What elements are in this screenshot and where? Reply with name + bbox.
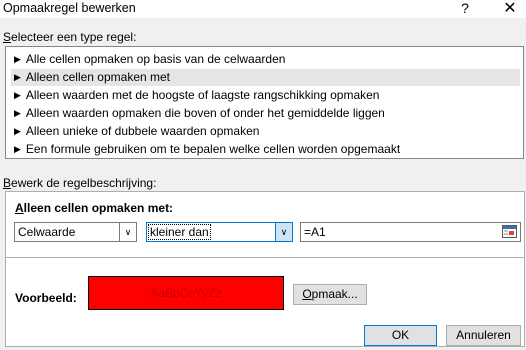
- arrow-right-icon: ▶: [14, 72, 21, 82]
- rule-description-panel: Alleen cellen opmaken met: Celwaarde ∨ k…: [5, 191, 525, 347]
- arrow-right-icon: ▶: [14, 90, 21, 100]
- rule-type-item-top-bottom[interactable]: ▶ Alleen waarden met de hoogste of laagst…: [11, 87, 520, 104]
- panel-divider: [6, 257, 524, 258]
- rule-type-item-only-cells-with[interactable]: ▶ Alleen cellen opmaken met: [11, 69, 520, 86]
- preview-sample-text: AaBbCcYyZz: [150, 286, 222, 300]
- dialog-title: Opmaakregel bewerken: [3, 1, 136, 15]
- title-bar: Opmaakregel bewerken ? ✕: [0, 0, 526, 18]
- condition-field-select[interactable]: Celwaarde ∨: [14, 222, 137, 242]
- rule-type-item-unique-duplicate[interactable]: ▶ Alleen unieke of dubbele waarden opmake…: [11, 123, 520, 140]
- rule-description-label: Bewerk de regelbeschrijving:: [3, 176, 157, 190]
- help-button[interactable]: ?: [457, 0, 473, 16]
- preview-label: Voorbeeld:: [15, 291, 77, 305]
- close-button[interactable]: ✕: [500, 0, 520, 18]
- chevron-down-icon[interactable]: ∨: [275, 223, 292, 241]
- arrow-right-icon: ▶: [14, 54, 21, 64]
- cancel-button[interactable]: Annuleren: [446, 325, 521, 346]
- reference-input[interactable]: =A1: [300, 222, 521, 242]
- operator-value: kleiner dan: [148, 224, 211, 240]
- preview-sample: AaBbCcYyZz: [88, 276, 284, 310]
- rule-type-item-above-below-average[interactable]: ▶ Alleen waarden opmaken die boven of ond…: [11, 105, 520, 122]
- format-button[interactable]: Opmaak...: [293, 284, 367, 305]
- rule-type-item-formula[interactable]: ▶ Een formule gebruiken om te bepalen wel…: [11, 141, 520, 158]
- chevron-down-icon[interactable]: ∨: [119, 223, 136, 241]
- range-picker-icon[interactable]: [502, 225, 517, 238]
- rule-description-heading: Alleen cellen opmaken met:: [15, 201, 174, 215]
- reference-value: =A1: [304, 225, 326, 239]
- arrow-right-icon: ▶: [14, 144, 21, 154]
- operator-select[interactable]: kleiner dan ∨: [146, 222, 293, 242]
- rule-type-item-cell-values[interactable]: ▶ Alle cellen opmaken op basis van de cel…: [11, 51, 520, 68]
- condition-field-value: Celwaarde: [18, 225, 76, 239]
- arrow-right-icon: ▶: [14, 126, 21, 136]
- arrow-right-icon: ▶: [14, 108, 21, 118]
- rule-type-label: Selecteer een type regel:: [3, 30, 137, 44]
- rule-type-list[interactable]: ▶ Alle cellen opmaken op basis van de cel…: [5, 46, 524, 159]
- ok-button[interactable]: OK: [364, 325, 437, 346]
